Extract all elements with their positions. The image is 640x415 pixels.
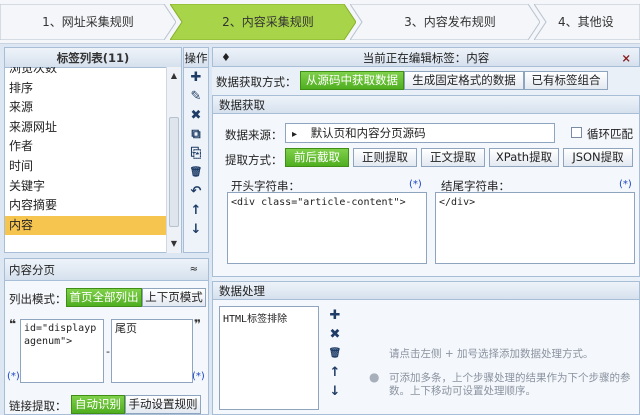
paging-start-input[interactable]: id="displaypagenum"> (20, 319, 104, 383)
scroll-down-icon[interactable]: ▼ (167, 237, 181, 251)
source-label: 数据来源： (225, 128, 283, 142)
list-mode-label: 列出模式： (9, 292, 67, 306)
wizard-step-url-rules[interactable]: 1、网址采集规则 (0, 4, 176, 40)
regex-mark-right[interactable]: (*) (192, 371, 205, 382)
wizard-step-publish-rules[interactable]: 3、内容发布规则 (350, 4, 540, 40)
paging-header: 内容分页 ≈ (5, 259, 208, 281)
link-extract-label: 链接提取： (9, 399, 67, 413)
start-string-input[interactable]: <div class="article-content"> (227, 192, 427, 264)
scroll-up-icon[interactable]: ▲ (167, 69, 181, 83)
paging-title: 内容分页 (9, 263, 55, 277)
close-icon[interactable]: × (621, 48, 631, 68)
delete-icon[interactable]: ✖ (323, 325, 347, 344)
wizard-step-label: 2、内容采集规则 (222, 15, 314, 29)
paging-dash: - (106, 345, 110, 358)
tag-editor: ♦ 当前正在编辑标签：内容 × 数据获取方式： 从源码中获取数据 生成固定格式的… (212, 47, 640, 415)
processing-list: HTML标签排除 (219, 306, 319, 410)
data-fetch-title: 数据获取 (213, 96, 639, 114)
list-all-first-page-button[interactable]: 首页全部列出 (66, 288, 142, 307)
info-icon: ● (369, 370, 380, 384)
paging-end-input[interactable]: 尾页 (111, 319, 193, 383)
prev-next-mode-button[interactable]: 上下页模式 (142, 288, 206, 307)
start-regex-mark[interactable]: (*) (409, 179, 422, 190)
list-item[interactable]: 内容摘要 (5, 196, 168, 216)
method-body-button[interactable]: 正文提取 (421, 148, 485, 167)
loop-match-label: 循环匹配 (587, 127, 633, 141)
list-item[interactable]: 来源 (5, 98, 168, 118)
arrow-up-icon[interactable]: ↑ (323, 363, 347, 382)
arrow-up-icon[interactable]: ↑ (184, 201, 208, 220)
regex-mark-left[interactable]: (*) (7, 371, 20, 382)
end-string-input[interactable]: </div> (435, 192, 635, 264)
source-arrow-icon: ▸ (292, 129, 298, 140)
method-xpath-button[interactable]: XPath提取 (489, 148, 559, 167)
list-item[interactable]: 浏览次数 (5, 67, 168, 79)
paste-icon[interactable]: ⎘ (184, 144, 208, 163)
pin-icon: ♦ (221, 51, 231, 64)
plus-icon[interactable]: ✚ (184, 68, 208, 87)
list-item[interactable]: 来源网址 (5, 118, 168, 138)
wizard-step-other-settings[interactable]: 4、其他设 (534, 4, 640, 40)
copy-icon[interactable]: ⧉ (184, 125, 208, 144)
end-regex-mark[interactable]: (*) (619, 179, 632, 190)
scroll-thumb[interactable] (169, 117, 179, 227)
list-item[interactable]: 排序 (5, 79, 168, 99)
tag-list-title: 标签列表(11) (5, 48, 181, 68)
list-item[interactable]: 关键字 (5, 177, 168, 197)
data-fetch-section: 数据获取 数据来源： ▸ 默认页和内容分页源码 循环匹配 提取方式： 前后截取 … (212, 95, 640, 277)
undo-icon[interactable]: ↶ (184, 182, 208, 201)
list-item[interactable]: 作者 (5, 137, 168, 157)
processing-hint-order: 可添加多条，上个步骤处理的结果作为下个步骤的参数。上下移动可设置处理顺序。 (389, 372, 631, 397)
method-regex-button[interactable]: 正则提取 (353, 148, 417, 167)
source-select[interactable]: ▸ 默认页和内容分页源码 (285, 123, 555, 143)
data-processing-section: 数据处理 HTML标签排除 ✚ ✖ 🗑 ↑ ↓ 请点击左侧 + 加号选择添加数据… (212, 281, 640, 415)
editing-header: ♦ 当前正在编辑标签：内容 × (212, 47, 640, 67)
tag-combine-button[interactable]: 已有标签组合 (524, 71, 608, 90)
method-label: 提取方式： (225, 153, 283, 167)
quote-close-icon: ❞ (194, 317, 202, 331)
wizard-step-label: 3、内容发布规则 (404, 15, 496, 29)
wizard-step-label: 1、网址采集规则 (42, 15, 134, 29)
list-item[interactable]: HTML标签排除 (223, 310, 315, 325)
edit-icon[interactable]: ✎ (184, 87, 208, 106)
processing-hint-add: 请点击左侧 + 加号选择添加数据处理方式。 (389, 348, 594, 360)
wizard-steps: 1、网址采集规则 2、内容采集规则 3、内容发布规则 4、其他设 (0, 0, 640, 44)
list-item-selected[interactable]: 内容 (5, 215, 168, 236)
auto-detect-button[interactable]: 自动识别 (71, 395, 125, 414)
delete-icon[interactable]: ✖ (184, 106, 208, 125)
trash-icon[interactable]: 🗑 (323, 344, 347, 363)
list-item[interactable]: 时间 (5, 157, 168, 177)
tag-list-scrollbar[interactable]: ▲ ▼ (166, 67, 181, 253)
loop-match-checkbox[interactable] (571, 127, 582, 138)
method-before-after-button[interactable]: 前后截取 (285, 148, 349, 167)
content-paging-panel: 内容分页 ≈ 列出模式： 首页全部列出 上下页模式 ❝ id="displayp… (4, 258, 209, 415)
wizard-step-label: 4、其他设 (558, 15, 614, 29)
tag-operations-column: 操作 ✚ ✎ ✖ ⧉ ⎘ 🗑 ↶ ↑ ↓ (183, 47, 209, 253)
tag-list-panel: 标签列表(11) 浏览次数 排序 来源 来源网址 作者 时间 关键字 内容摘要 … (4, 47, 182, 253)
arrow-down-icon[interactable]: ↓ (323, 382, 347, 401)
editing-label: 当前正在编辑标签：内容 (362, 51, 490, 65)
from-source-button[interactable]: 从源码中获取数据 (300, 71, 404, 90)
fixed-format-button[interactable]: 生成固定格式的数据 (404, 71, 524, 90)
processing-title: 数据处理 (213, 282, 639, 300)
operations-title: 操作 (184, 48, 208, 68)
fetch-mode-label: 数据获取方式： (216, 75, 297, 89)
quote-open-icon: ❝ (9, 317, 17, 331)
tag-list: 浏览次数 排序 来源 来源网址 作者 时间 关键字 内容摘要 内容 (5, 67, 168, 253)
trash-icon[interactable]: 🗑 (184, 163, 208, 182)
wizard-step-content-rules[interactable]: 2、内容采集规则 (170, 4, 356, 40)
source-value: 默认页和内容分页源码 (310, 126, 426, 140)
arrow-down-icon[interactable]: ↓ (184, 220, 208, 239)
plus-icon[interactable]: ✚ (323, 306, 347, 325)
collapse-icon[interactable]: ≈ (190, 259, 198, 281)
method-json-button[interactable]: JSON提取 (563, 148, 633, 167)
manual-rule-button[interactable]: 手动设置规则 (125, 395, 201, 414)
